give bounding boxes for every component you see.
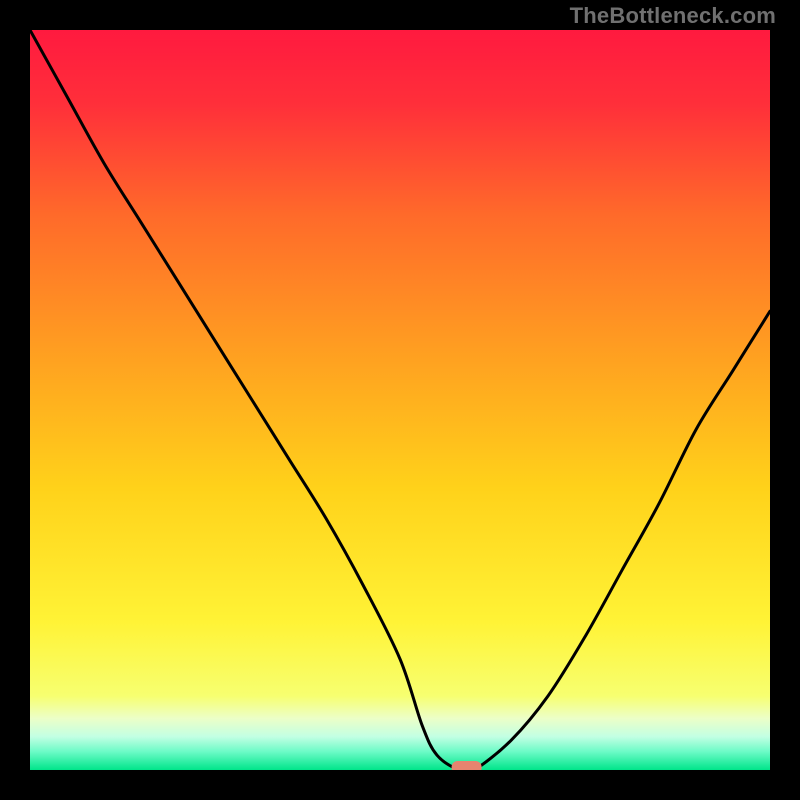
plot-area xyxy=(30,30,770,770)
watermark-text: TheBottleneck.com xyxy=(570,3,776,29)
chart-frame: TheBottleneck.com xyxy=(0,0,800,800)
bottleneck-curve-chart xyxy=(30,30,770,770)
optimal-marker xyxy=(452,761,482,770)
